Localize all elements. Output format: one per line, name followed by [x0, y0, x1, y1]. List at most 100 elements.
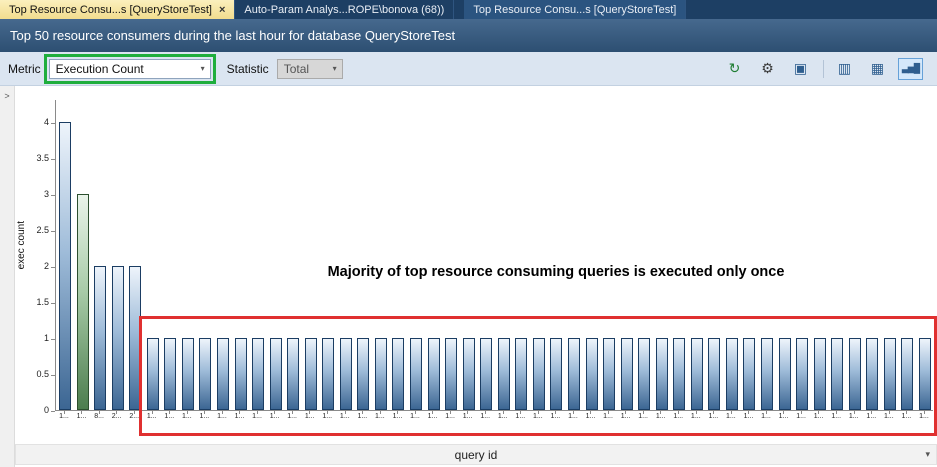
- y-tick-mark: [51, 123, 55, 124]
- chart-bar[interactable]: [463, 338, 475, 410]
- refresh-button[interactable]: ↻: [722, 58, 747, 80]
- document-tab[interactable]: Auto-Param Analys...ROPE\bonova (68)): [235, 0, 454, 19]
- chart-bar[interactable]: [252, 338, 264, 410]
- metric-dropdown[interactable]: Execution Count ▾: [49, 59, 211, 79]
- chart-bar[interactable]: [849, 338, 861, 410]
- chart-bar[interactable]: [182, 338, 194, 410]
- x-tick-label: 1...: [494, 413, 512, 420]
- chart-bar[interactable]: [410, 338, 422, 410]
- chart-bar[interactable]: [568, 338, 580, 410]
- tab-label: Top Resource Consu...s [QueryStoreTest]: [9, 4, 212, 16]
- chart-bar[interactable]: [884, 338, 896, 410]
- chart-bar[interactable]: [147, 338, 159, 410]
- chart-bar[interactable]: [305, 338, 317, 410]
- chart-bar[interactable]: [586, 338, 598, 410]
- chart-bar[interactable]: [217, 338, 229, 410]
- y-tick-label: 2: [15, 261, 49, 271]
- collapsed-panel-expander[interactable]: >: [0, 86, 15, 467]
- chart-bar[interactable]: [270, 338, 282, 410]
- chart-bar[interactable]: [375, 338, 387, 410]
- chart-bar[interactable]: [743, 338, 755, 410]
- x-tick-label: 8...: [90, 413, 108, 420]
- x-tick-label: 1...: [301, 413, 319, 420]
- chart-view-icon: ▃▅█: [902, 63, 919, 74]
- x-tick-mark: [854, 411, 855, 414]
- x-tick-mark: [292, 411, 293, 414]
- x-tick-mark: [204, 411, 205, 414]
- chart-bar[interactable]: [428, 338, 440, 410]
- x-tick-label: 1...: [231, 413, 249, 420]
- chart-bar[interactable]: [831, 338, 843, 410]
- chart-bar[interactable]: [761, 338, 773, 410]
- chart-bar[interactable]: [129, 266, 141, 410]
- chart-bar[interactable]: [112, 266, 124, 410]
- chart-bar[interactable]: [164, 338, 176, 410]
- chart-bar[interactable]: [691, 338, 703, 410]
- chart-bar[interactable]: [533, 338, 545, 410]
- chart-bar[interactable]: [814, 338, 826, 410]
- x-tick-label: 1...: [55, 413, 73, 420]
- chart-bar[interactable]: [392, 338, 404, 410]
- x-tick-mark: [327, 411, 328, 414]
- y-tick-label: 0.5: [15, 369, 49, 379]
- y-tick-mark: [51, 231, 55, 232]
- chart-bar[interactable]: [235, 338, 247, 410]
- chart-bar[interactable]: [779, 338, 791, 410]
- chart-bar[interactable]: [796, 338, 808, 410]
- x-tick-label: 1...: [195, 413, 213, 420]
- x-tick-mark: [116, 411, 117, 414]
- chart-bar[interactable]: [708, 338, 720, 410]
- y-tick-label: 3.5: [15, 153, 49, 163]
- chart-bar[interactable]: [322, 338, 334, 410]
- chart-bar[interactable]: [919, 338, 931, 410]
- tab-close-icon[interactable]: ×: [219, 4, 225, 16]
- x-tick-label: 1...: [722, 413, 740, 420]
- grid-view-button[interactable]: ▦: [865, 58, 890, 80]
- chart-bar[interactable]: [199, 338, 211, 410]
- x-tick-mark: [696, 411, 697, 414]
- x-tick-mark: [503, 411, 504, 414]
- gear-button[interactable]: ⚙: [755, 58, 780, 80]
- x-tick-mark: [222, 411, 223, 414]
- compare-window-button[interactable]: ▥: [832, 58, 857, 80]
- chart-view-button[interactable]: ▃▅█: [898, 58, 923, 80]
- grid-view-icon: ▦: [871, 60, 884, 77]
- chart-bar[interactable]: [603, 338, 615, 410]
- new-window-button[interactable]: ▣: [788, 58, 813, 80]
- x-tick-label: 1...: [529, 413, 547, 420]
- chart-bar[interactable]: [673, 338, 685, 410]
- x-tick-label: 2...: [125, 413, 143, 420]
- y-tick-mark: [51, 411, 55, 412]
- chart-bar[interactable]: [656, 338, 668, 410]
- chart-bar[interactable]: [77, 194, 89, 410]
- y-tick-mark: [51, 375, 55, 376]
- chart-bar[interactable]: [480, 338, 492, 410]
- chart-bar[interactable]: [621, 338, 633, 410]
- chart-bar[interactable]: [726, 338, 738, 410]
- x-tick-mark: [274, 411, 275, 414]
- x-tick-label: 1...: [634, 413, 652, 420]
- chart-bar[interactable]: [94, 266, 106, 410]
- chart-bar[interactable]: [445, 338, 457, 410]
- x-tick-mark: [573, 411, 574, 414]
- chart-bar[interactable]: [498, 338, 510, 410]
- chart-bar[interactable]: [357, 338, 369, 410]
- document-tab[interactable]: Top Resource Consu...s [QueryStoreTest]: [464, 0, 686, 19]
- chart-bar[interactable]: [866, 338, 878, 410]
- y-tick-mark: [51, 195, 55, 196]
- chart-bar[interactable]: [340, 338, 352, 410]
- chart-bar[interactable]: [287, 338, 299, 410]
- chart-bar[interactable]: [901, 338, 913, 410]
- x-tick-label: 1...: [687, 413, 705, 420]
- y-tick-label: 2.5: [15, 225, 49, 235]
- document-tab[interactable]: Top Resource Consu...s [QueryStoreTest] ×: [0, 0, 235, 19]
- chart-bar[interactable]: [515, 338, 527, 410]
- x-axis-dropdown-icon[interactable]: ▾: [925, 449, 930, 460]
- chart-bar[interactable]: [59, 122, 71, 410]
- chart-bar[interactable]: [550, 338, 562, 410]
- x-tick-label: 1...: [617, 413, 635, 420]
- chart-annotation: Majority of top resource consuming queri…: [236, 264, 876, 280]
- chart-bar[interactable]: [638, 338, 650, 410]
- statistic-dropdown[interactable]: Total ▾: [277, 59, 343, 79]
- x-tick-label: 1...: [827, 413, 845, 420]
